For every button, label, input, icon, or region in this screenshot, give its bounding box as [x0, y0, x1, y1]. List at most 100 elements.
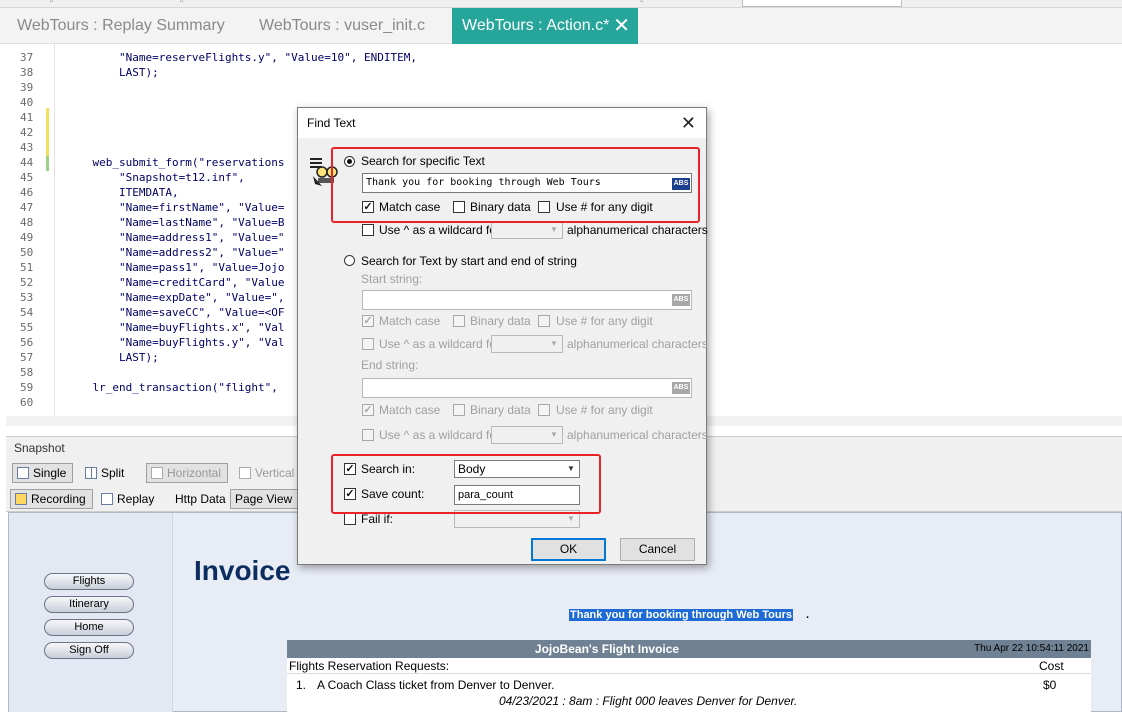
horizontal-button[interactable]: Horizontal [146, 463, 229, 483]
close-icon[interactable]: ✕ [681, 108, 696, 138]
editor-tab-bar: WebTours : Replay Summary WebTours : vus… [0, 8, 1122, 44]
single-view-icon [17, 467, 29, 479]
match-case-checkbox-end[interactable]: ✓ [362, 404, 374, 416]
line-number: 51 [20, 261, 34, 274]
tab-replay-summary[interactable]: WebTours : Replay Summary [0, 8, 242, 44]
button-label: Page View [235, 492, 293, 506]
toolbar-icon[interactable]: ▫ [640, 0, 644, 7]
wildcard-char-select[interactable]: ▼ [491, 221, 563, 239]
cancel-button[interactable]: Cancel [620, 538, 695, 561]
line-number: 53 [20, 291, 34, 304]
nav-flights-button[interactable]: Flights [44, 573, 134, 590]
chevron-down-icon: ▼ [550, 430, 558, 439]
use-hash-label: Use # for any digit [556, 403, 653, 417]
single-view-button[interactable]: Single [12, 463, 74, 483]
start-string-input[interactable] [362, 290, 692, 310]
button-label: Replay [117, 492, 155, 506]
line-number: 50 [20, 246, 34, 259]
vertical-button[interactable]: Vertical [234, 463, 301, 483]
match-case-label: Match case [379, 314, 441, 328]
line-number: 58 [20, 366, 34, 379]
line-number: 37 [20, 51, 34, 64]
button-label: Recording [31, 492, 86, 506]
line-number: 46 [20, 186, 34, 199]
invoice-title: Invoice [194, 555, 291, 586]
toolbar-icon[interactable]: ▫ [50, 0, 54, 7]
line-number: 55 [20, 321, 34, 334]
item-number: 1. [296, 678, 307, 692]
split-view-button[interactable]: Split [80, 463, 131, 483]
gutter-divider [54, 44, 55, 416]
use-caret-label: Use ^ as a wildcard for [379, 337, 501, 351]
abs-toggle-button[interactable]: ABS [672, 294, 690, 306]
start-string-label: Start string: [361, 272, 423, 286]
nav-signoff-button[interactable]: Sign Off [44, 642, 134, 659]
http-data-tab[interactable]: Http Data [156, 489, 233, 509]
wildcard-char-select-end[interactable]: ▼ [491, 426, 563, 444]
button-label: Vertical [255, 466, 295, 480]
match-case-label: Match case [379, 403, 441, 417]
replay-tab[interactable]: Replay [96, 489, 161, 509]
find-text-dialog: Find Text ✕ Search for specific Text Tha… [297, 107, 708, 565]
page-view-tab[interactable]: Page View [230, 489, 300, 509]
search-by-string-label: Search for Text by start and end of stri… [361, 254, 577, 268]
line-number: 38 [20, 66, 34, 79]
dialog-title: Find Text [307, 116, 356, 130]
item-detail: 04/23/2021 : 8am : Flight 000 leaves Den… [499, 694, 798, 708]
code-line: "Name=reserveFlights.y", "Value=10", END… [66, 51, 417, 64]
binary-data-label: Binary data [470, 403, 531, 417]
tab-label: WebTours : Replay Summary [17, 17, 225, 34]
alnum-label: alphanumerical characters [567, 428, 708, 442]
use-caret-checkbox-start[interactable] [362, 338, 374, 350]
binary-data-checkbox-start[interactable] [453, 315, 465, 327]
use-caret-label: Use ^ as a wildcard for [379, 223, 501, 237]
chevron-down-icon: ▼ [550, 339, 558, 348]
replay-icon [101, 493, 113, 505]
top-toolbar-strip: ▫ ▫ ▫ [0, 0, 1122, 8]
use-caret-checkbox[interactable] [362, 224, 374, 236]
match-case-checkbox-start[interactable]: ✓ [362, 315, 374, 327]
line-number: 49 [20, 231, 34, 244]
alnum-label: alphanumerical characters [567, 337, 708, 351]
close-tab-icon[interactable]: ✕ [613, 8, 630, 44]
app-window: ▫ ▫ ▫ WebTours : Replay Summary WebTours… [0, 0, 1122, 712]
item-text: A Coach Class ticket from Denver to Denv… [317, 678, 555, 692]
horizontal-split-icon [151, 467, 163, 479]
invoice-item-row: 1. A Coach Class ticket from Denver to D… [287, 677, 1091, 693]
use-caret-checkbox-end[interactable] [362, 429, 374, 441]
invoice-header: JojoBean's Flight Invoice Thu Apr 22 10:… [287, 640, 1091, 658]
use-hash-checkbox-start[interactable] [538, 315, 550, 327]
line-number: 60 [20, 396, 34, 409]
use-hash-label: Use # for any digit [556, 314, 653, 328]
line-number: 52 [20, 276, 34, 289]
tab-label: WebTours : vuser_init.c [259, 17, 425, 34]
fail-if-checkbox[interactable] [344, 513, 356, 525]
invoice-date: Thu Apr 22 10:54:11 2021 [974, 643, 1089, 654]
line-number: 48 [20, 216, 34, 229]
nav-itinerary-button[interactable]: Itinerary [44, 596, 134, 613]
use-hash-checkbox-end[interactable] [538, 404, 550, 416]
button-label: Http Data [175, 492, 226, 506]
split-view-icon [85, 467, 97, 479]
toolbar-search-box[interactable] [742, 0, 902, 7]
invoice-body: Flights Reservation Requests: Cost 1. A … [287, 658, 1091, 712]
end-string-input[interactable] [362, 378, 692, 398]
recording-icon [15, 493, 27, 505]
toolbar-icon[interactable]: ▫ [180, 0, 184, 7]
line-number-gutter: 37 38 39 40 41 42 43 44 45 46 47 48 49 50 51 52 53 54 55 56… [20, 50, 50, 410]
binary-data-checkbox-end[interactable] [453, 404, 465, 416]
line-number: 56 [20, 336, 34, 349]
tab-vuser-init[interactable]: WebTours : vuser_init.c [242, 8, 452, 44]
line-number: 39 [20, 81, 34, 94]
nav-home-button[interactable]: Home [44, 619, 134, 636]
search-by-string-radio[interactable] [344, 255, 355, 266]
recording-tab[interactable]: Recording [10, 489, 93, 509]
end-string-label: End string: [361, 358, 419, 372]
line-number: 54 [20, 306, 34, 319]
abs-toggle-button[interactable]: ABS [672, 382, 690, 394]
code-line: LAST); [66, 66, 159, 79]
ok-button[interactable]: OK [531, 538, 606, 561]
button-label: Horizontal [167, 466, 222, 480]
wildcard-char-select-start[interactable]: ▼ [491, 335, 563, 353]
tab-action[interactable]: WebTours : Action.c* ✕ [452, 8, 638, 44]
